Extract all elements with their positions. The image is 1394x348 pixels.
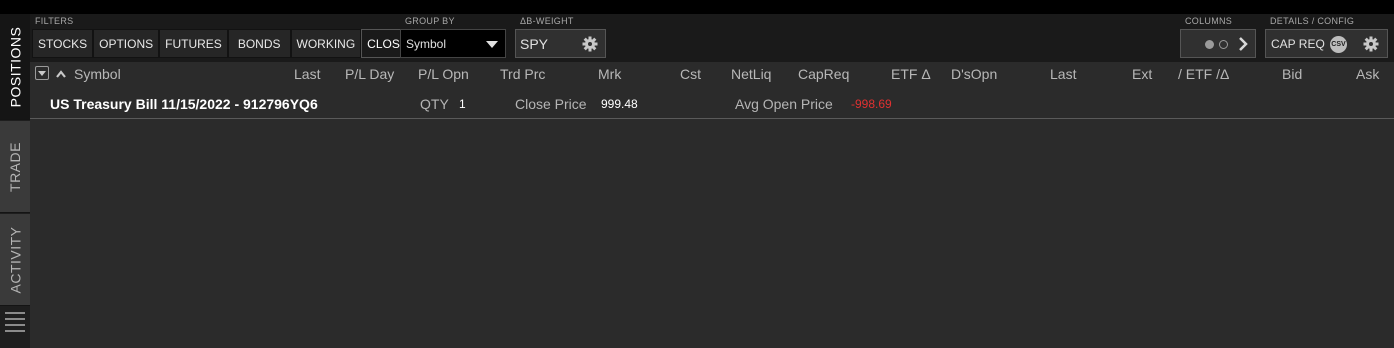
beta-weight-value: SPY [520, 35, 549, 52]
qty-label: QTY [420, 96, 449, 112]
beta-weight-label: ΔΒ-WEIGHT [520, 16, 574, 26]
close-price-label: Close Price [515, 96, 587, 112]
group-by-value: Symbol [406, 36, 447, 51]
col-cap-req[interactable]: CapReq [798, 66, 849, 82]
cap-req-label: CAP REQ [1271, 37, 1325, 51]
config-gear-icon[interactable] [1363, 36, 1379, 52]
filter-futures-button[interactable]: FUTURES [159, 29, 228, 58]
sort-asc-icon[interactable] [56, 70, 66, 78]
col-days-open[interactable]: D'sOpn [951, 66, 997, 82]
columns-pager [1180, 29, 1256, 58]
col-last-2[interactable]: Last [1050, 66, 1076, 82]
tab-trade-label: TRADE [7, 141, 24, 192]
col-last[interactable]: Last [294, 66, 320, 82]
details-config-box[interactable]: CAP REQ CSV [1265, 29, 1388, 58]
col-pl-open[interactable]: P/L Opn [418, 66, 469, 82]
col-ask[interactable]: Ask [1356, 66, 1379, 82]
qty-value: 1 [459, 97, 466, 111]
filters-label: FILTERS [35, 16, 74, 26]
chevron-down-icon [486, 41, 498, 48]
gear-icon[interactable] [582, 36, 598, 52]
page-dot-active[interactable] [1205, 40, 1214, 49]
tab-activity[interactable]: ACTIVITY [0, 214, 30, 306]
col-ext[interactable]: Ext [1132, 66, 1152, 82]
col-pl-day[interactable]: P/L Day [345, 66, 394, 82]
collapse-all-icon[interactable] [35, 66, 49, 80]
list-icon[interactable] [5, 312, 25, 348]
col-mark[interactable]: Mrk [598, 66, 621, 82]
col-symbol[interactable]: Symbol [74, 66, 121, 82]
beta-weight-field[interactable]: SPY [515, 29, 606, 58]
column-header: Symbol Last P/L Day P/L Opn Trd Prc Mrk … [30, 62, 1394, 87]
col-etf-delta-2[interactable]: / ETF /Δ [1178, 66, 1229, 82]
details-config-label: DETAILS / CONFIG [1270, 16, 1355, 26]
csv-export-icon[interactable]: CSV [1330, 36, 1347, 53]
col-cost[interactable]: Cst [680, 66, 701, 82]
filter-stocks-button[interactable]: STOCKS [32, 29, 94, 58]
top-strip [0, 0, 1394, 14]
tab-positions-label: POSITIONS [7, 26, 24, 107]
filter-options-button[interactable]: OPTIONS [93, 29, 160, 58]
position-row[interactable]: US Treasury Bill 11/15/2022 - 912796YQ6 … [30, 90, 1394, 119]
chevron-right-icon[interactable] [1237, 37, 1249, 51]
page-dot[interactable] [1219, 40, 1228, 49]
tab-trade[interactable]: TRADE [0, 121, 30, 213]
positions-panel: FILTERS STOCKS OPTIONS FUTURES BONDS WOR… [30, 14, 1394, 348]
toolbar: FILTERS STOCKS OPTIONS FUTURES BONDS WOR… [30, 14, 1394, 62]
col-etf-delta[interactable]: ETF Δ [891, 66, 931, 82]
group-by-label: GROUP BY [405, 16, 455, 26]
filter-bonds-button[interactable]: BONDS [227, 29, 291, 58]
position-symbol: US Treasury Bill 11/15/2022 - 912796YQ6 [50, 96, 318, 112]
tab-activity-label: ACTIVITY [7, 225, 24, 294]
avg-open-price-label: Avg Open Price [735, 96, 833, 112]
columns-label: COLUMNS [1185, 16, 1233, 26]
avg-open-price-value: -998.69 [851, 97, 892, 111]
col-trade-price[interactable]: Trd Prc [500, 66, 545, 82]
filter-working-button[interactable]: WORKING [290, 29, 362, 58]
col-bid[interactable]: Bid [1282, 66, 1302, 82]
filter-bar: STOCKS OPTIONS FUTURES BONDS WORKING CLO… [32, 29, 423, 58]
col-net-liq[interactable]: NetLiq [731, 66, 771, 82]
group-by-select[interactable]: Symbol [400, 29, 506, 58]
tab-positions[interactable]: POSITIONS [0, 14, 30, 120]
close-price-value: 999.48 [601, 97, 638, 111]
